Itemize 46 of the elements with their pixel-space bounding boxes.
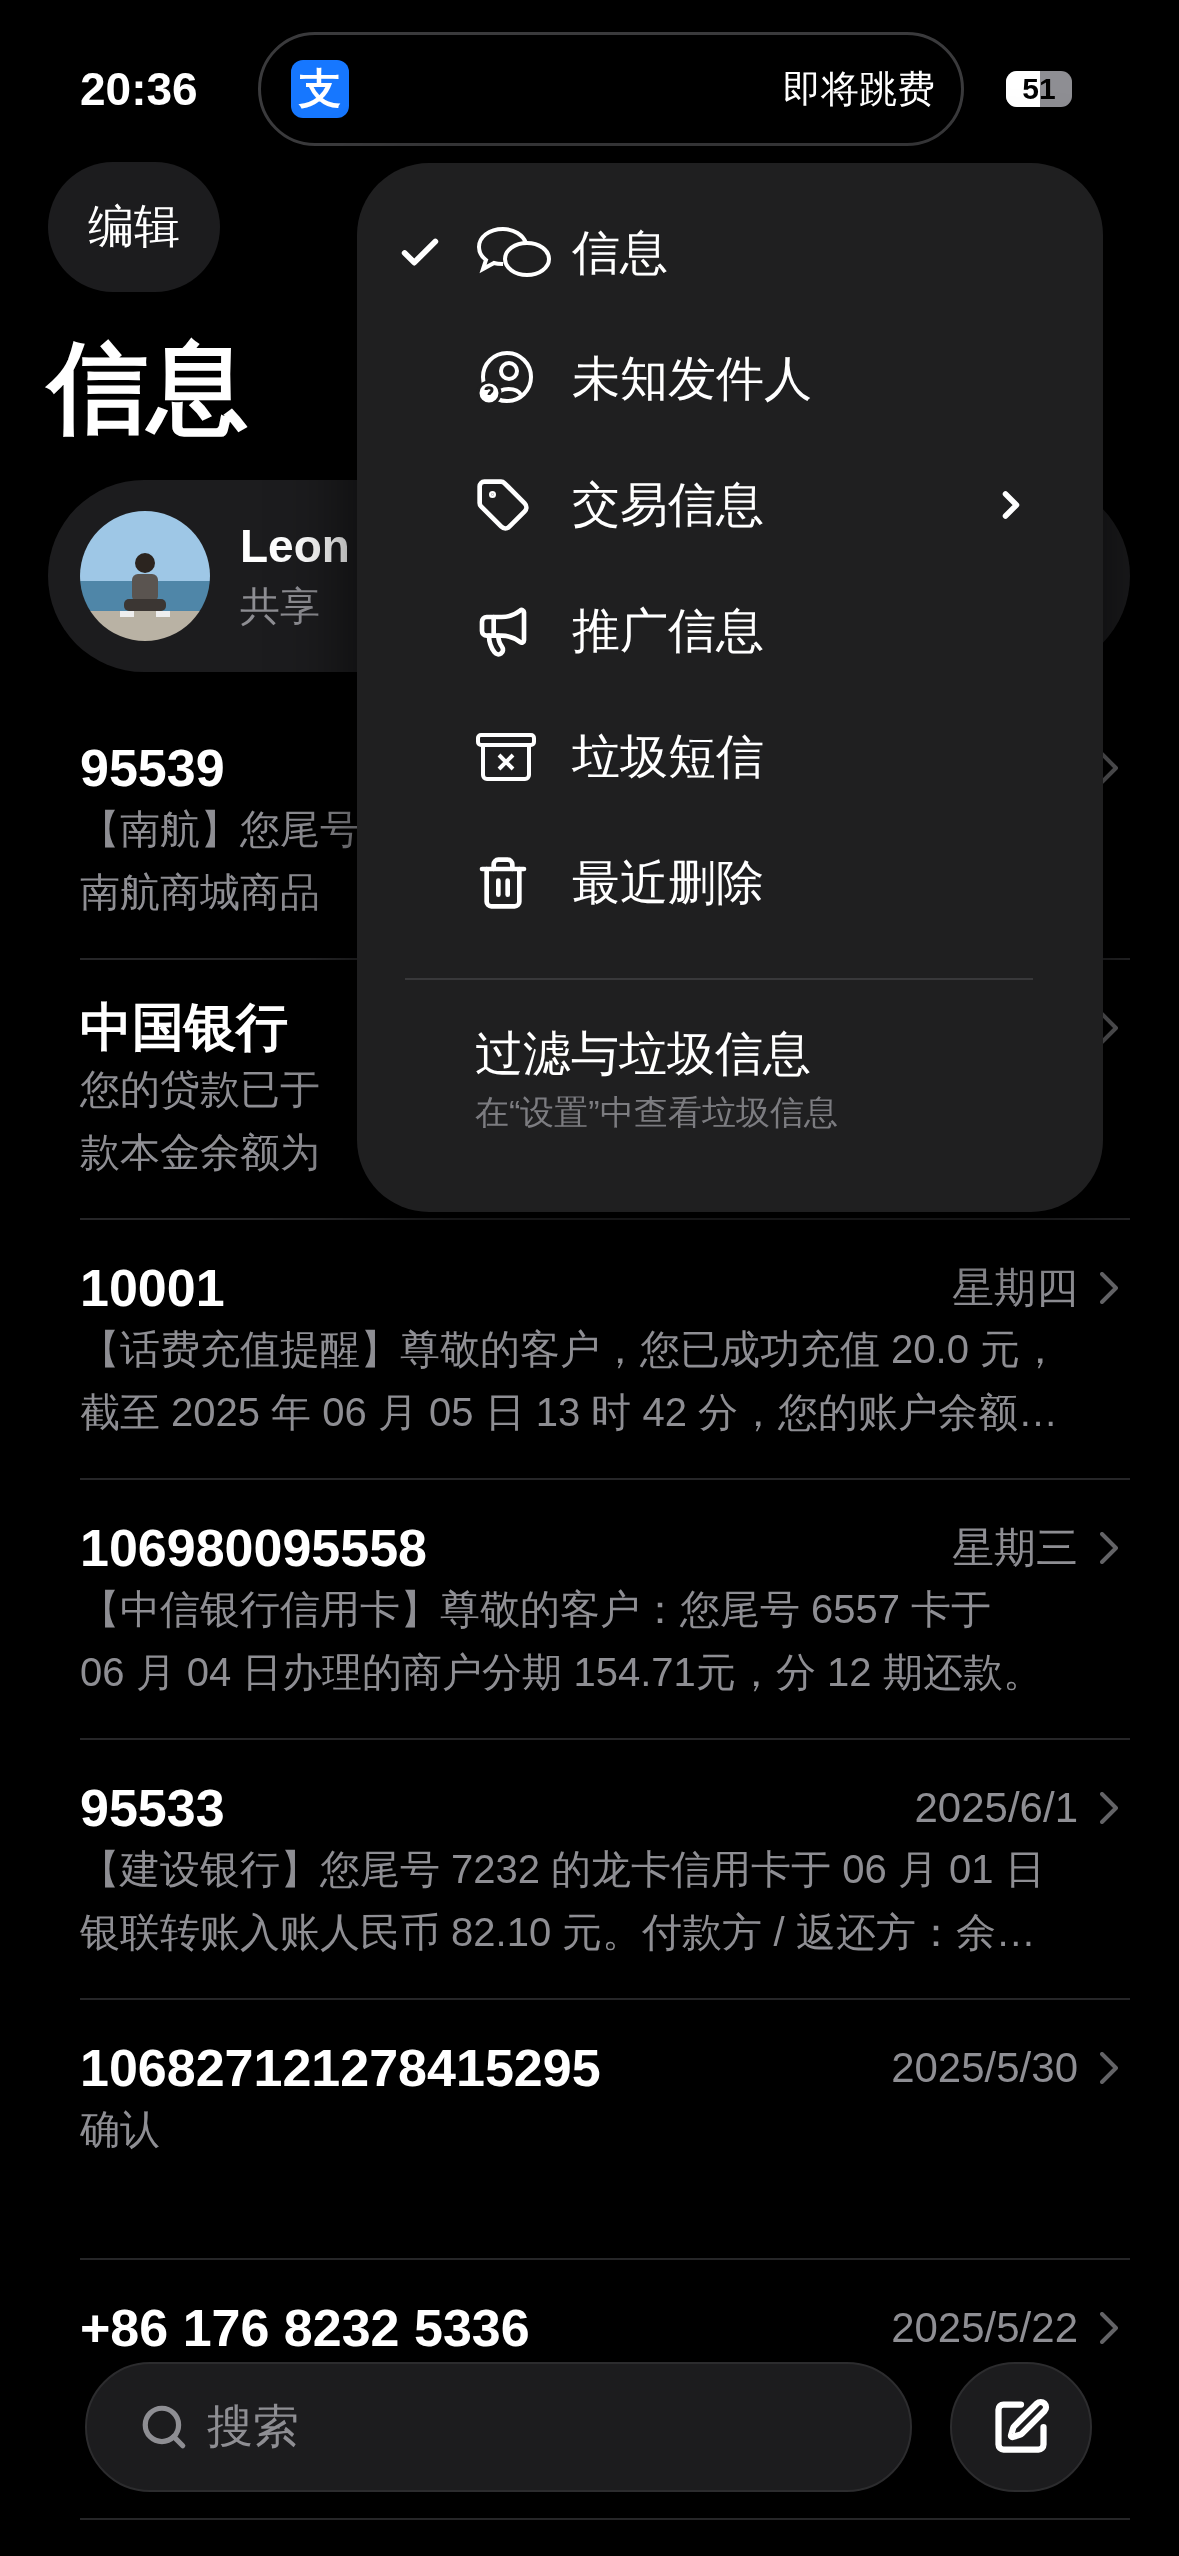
message-preview: 款本金余额为 <box>80 1129 320 1176</box>
message-preview: 截至 2025 年 06 月 05 日 13 时 42 分，您的账户余额… <box>80 1389 1059 1436</box>
menu-item[interactable]: 交易信息 <box>357 442 1103 568</box>
message-date: 星期三 <box>952 1523 1078 1573</box>
message-preview: 【建设银行】您尾号 7232 的龙卡信用卡于 06 月 01 日 <box>80 1846 1045 1893</box>
message-preview: 06 月 04 日办理的商户分期 154.71元，分 12 期还款。 <box>80 1649 1043 1696</box>
chevron-icon <box>1100 1792 1118 1824</box>
chevron-icon <box>1100 752 1118 784</box>
search-field[interactable]: 搜索 <box>85 2362 912 2492</box>
app-icon: 支 <box>291 60 349 118</box>
message-preview: 【南航】您尾号 <box>80 806 360 853</box>
chevron-icon <box>1100 1272 1118 1304</box>
battery-icon: 51 <box>1006 71 1072 107</box>
junk-box-icon <box>475 731 537 783</box>
chevron-icon <box>1100 2052 1118 2084</box>
contact-name: Leon <box>240 518 350 573</box>
island-text: 即将跳费 <box>783 66 935 112</box>
message-date: 星期四 <box>952 1263 1078 1313</box>
message-preview: 【话费充值提醒】尊敬的客户，您已成功充值 20.0 元， <box>80 1326 1061 1373</box>
message-preview: 确认 <box>80 2106 160 2153</box>
chevron-icon <box>1100 1532 1118 1564</box>
sender-name[interactable]: 95533 <box>80 1778 915 1838</box>
sender-name[interactable]: 106980095558 <box>80 1518 952 1578</box>
message-preview: 银联转账入账人民币 82.10 元。付款方 / 返还方：余… <box>80 1909 1036 1956</box>
menu-footer-title[interactable]: 过滤与垃圾信息 <box>475 1022 1103 1086</box>
menu-item[interactable]: 最近删除 <box>357 820 1103 946</box>
menu-item[interactable]: 垃圾短信 <box>357 694 1103 820</box>
chevron-icon <box>1100 1012 1118 1044</box>
sender-name[interactable]: 10001 <box>80 1258 952 1318</box>
sender-name[interactable]: +86 176 8232 5336 <box>80 2298 892 2358</box>
menu-item[interactable]: 未知发件人 <box>357 316 1103 442</box>
menu-item[interactable]: 信息 <box>357 190 1103 316</box>
message-preview: 您的贷款已于 <box>80 1066 320 1113</box>
edit-button[interactable]: 编辑 <box>48 162 220 292</box>
status-time: 20:36 <box>80 62 199 116</box>
menu-footer-subtitle: 在“设置”中查看垃圾信息 <box>475 1092 839 1133</box>
contact-subtitle: 共享 <box>240 582 321 630</box>
message-date: 2025/5/22 <box>891 2304 1078 2352</box>
message-date: 2025/6/1 <box>914 1784 1078 1832</box>
sender-name[interactable]: 106827121278415295 <box>80 2038 892 2098</box>
message-preview: 【中信银行信用卡】尊敬的客户：您尾号 6557 卡于 <box>80 1586 992 1633</box>
message-preview: 南航商城商品 <box>80 869 320 916</box>
tag-icon <box>475 477 531 533</box>
menu-item[interactable]: 推广信息 <box>357 568 1103 694</box>
chevron-icon <box>1100 2312 1118 2344</box>
message-date: 2025/5/30 <box>891 2044 1078 2092</box>
